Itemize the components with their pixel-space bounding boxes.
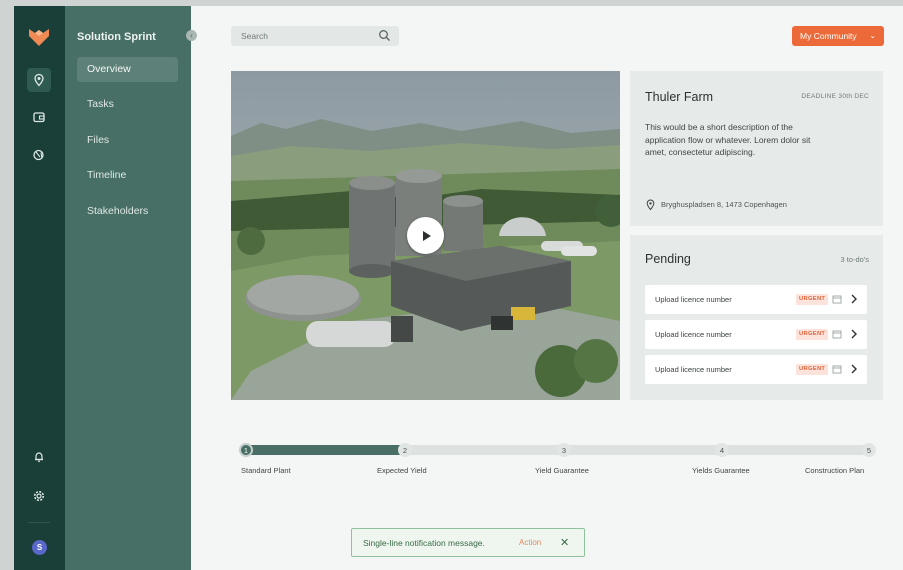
step-1-marker[interactable]: 1: [239, 443, 253, 457]
sidebar-item-files[interactable]: Files: [77, 128, 178, 153]
urgent-badge: URGENT: [796, 294, 829, 305]
chevron-left-icon: ‹: [190, 31, 193, 40]
location-pin-icon: [646, 199, 655, 211]
chevron-right-icon[interactable]: [850, 363, 858, 375]
project-address: Bryghuspladsen 8, 1473 Copenhagen: [661, 200, 787, 209]
bell-icon[interactable]: [27, 445, 51, 469]
collapse-sidebar-button[interactable]: ‹: [186, 30, 197, 41]
progress-fill: [241, 445, 404, 455]
community-label: My Community: [800, 31, 857, 41]
urgent-badge: URGENT: [796, 329, 829, 340]
calendar-icon[interactable]: [832, 294, 842, 304]
step-5-marker[interactable]: 5: [862, 443, 876, 457]
project-video[interactable]: [231, 71, 620, 400]
calendar-icon[interactable]: [832, 329, 842, 339]
location-icon[interactable]: [27, 68, 51, 92]
avatar[interactable]: S: [32, 540, 47, 555]
pending-tasks-card: Pending 3 to-do's Upload licence number …: [630, 235, 883, 400]
step-1-label: Standard Plant: [241, 466, 291, 475]
task-label: Upload licence number: [655, 295, 732, 304]
deadline-label: DEADLINE 30th DEC: [801, 93, 869, 100]
sidebar-item-timeline[interactable]: Timeline: [77, 163, 178, 188]
search-input[interactable]: Search: [231, 26, 399, 46]
search-icon: [379, 30, 390, 41]
urgent-badge: URGENT: [796, 364, 829, 375]
project-info-card: Thuler Farm DEADLINE 30th DEC This would…: [630, 71, 883, 226]
step-2-marker[interactable]: 2: [398, 443, 412, 457]
icon-rail: S: [14, 6, 65, 570]
side-navigation: Solution Sprint ‹ Overview Tasks Files T…: [65, 6, 197, 570]
project-title: Solution Sprint: [77, 31, 156, 43]
task-item[interactable]: Upload licence number URGENT: [645, 285, 867, 314]
step-3-label: Yield Guarantee: [535, 466, 589, 475]
project-name: Thuler Farm: [645, 90, 714, 104]
search-placeholder: Search: [241, 31, 268, 41]
sidebar-item-tasks[interactable]: Tasks: [77, 92, 178, 117]
task-item[interactable]: Upload licence number URGENT: [645, 355, 867, 384]
settings-icon[interactable]: [27, 484, 51, 508]
notification-toast: Single-line notification message. Action…: [351, 528, 585, 557]
step-3-marker[interactable]: 3: [557, 443, 571, 457]
task-label: Upload licence number: [655, 330, 732, 339]
globe-icon[interactable]: [27, 143, 51, 167]
step-5-label: Construction Plan: [805, 466, 865, 475]
app-frame: S Solution Sprint ‹ Overview Tasks Files…: [14, 6, 903, 570]
chevron-right-icon[interactable]: [850, 328, 858, 340]
pending-count: 3 to-do's: [840, 255, 869, 264]
community-dropdown-button[interactable]: My Community ⌄: [792, 26, 884, 46]
toast-action-button[interactable]: Action: [519, 538, 541, 547]
play-icon: [422, 230, 431, 241]
step-4-label: Yields Guarantee: [692, 466, 750, 475]
step-2-label: Expected Yield: [377, 466, 427, 475]
task-label: Upload licence number: [655, 365, 732, 374]
chevron-right-icon[interactable]: [850, 293, 858, 305]
close-icon[interactable]: ✕: [560, 536, 569, 549]
sidebar-item-overview[interactable]: Overview: [77, 57, 178, 82]
play-button[interactable]: [407, 217, 444, 254]
task-item[interactable]: Upload licence number URGENT: [645, 320, 867, 349]
toast-message: Single-line notification message.: [363, 538, 485, 548]
rail-divider: [28, 522, 50, 523]
wallet-icon[interactable]: [27, 105, 51, 129]
brand-logo-icon[interactable]: [26, 26, 52, 48]
project-description: This would be a short description of the…: [645, 122, 811, 157]
step-4-marker[interactable]: 4: [715, 443, 729, 457]
sidebar-item-stakeholders[interactable]: Stakeholders: [77, 199, 178, 224]
chevron-down-icon: ⌄: [869, 31, 876, 40]
pending-title: Pending: [645, 252, 691, 266]
calendar-icon[interactable]: [832, 364, 842, 374]
